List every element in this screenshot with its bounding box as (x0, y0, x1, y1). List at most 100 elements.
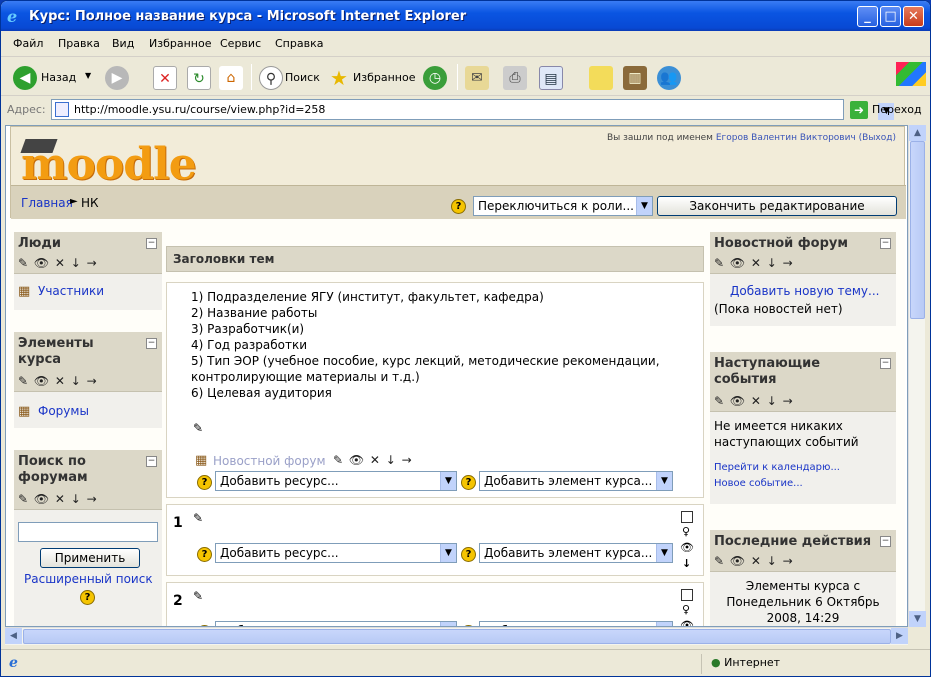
add-activity-select[interactable]: Добавить элемент курса... ▼ (479, 543, 673, 563)
topic-section-2: 2 ✎ ? Добавить ресурс... ▼ ? Добавить эл… (166, 582, 704, 626)
notes-icon[interactable] (589, 66, 613, 90)
activity-edit-icons[interactable]: ✎ 👁 ✕ ↓ → (333, 453, 413, 467)
add-activity-select[interactable]: Добавить элемент курса... ▼ (479, 471, 673, 491)
zone-label: Интернет (724, 656, 781, 669)
back-label[interactable]: Назад (41, 71, 76, 84)
help-icon[interactable]: ? (451, 199, 466, 214)
summary-line: 6) Целевая аудитория (191, 386, 332, 400)
block-edit-icons[interactable]: ✎ 👁 ✕ ↓ → (18, 374, 98, 388)
collapse-icon[interactable]: − (880, 358, 891, 369)
maximize-button[interactable]: □ (880, 6, 901, 27)
move-down-icon[interactable]: ↓ (682, 557, 691, 570)
logout-link[interactable]: (Выход) (859, 133, 896, 143)
role-switch-select[interactable]: Переключиться к роли... ▼ (473, 196, 653, 216)
help-icon[interactable]: ? (197, 547, 212, 562)
go-to-calendar-link[interactable]: Перейти к календарю... (714, 462, 840, 473)
advanced-search-link[interactable]: Расширенный поиск (24, 572, 153, 586)
back-icon[interactable]: ◀ (13, 66, 37, 90)
go-button[interactable]: Переход (872, 103, 922, 116)
collapse-icon[interactable]: − (146, 338, 157, 349)
highlight-icon[interactable]: ♀ (682, 525, 690, 538)
block-edit-icons[interactable]: ✎ 👁 ✕ ↓ → (714, 394, 794, 408)
menu-file[interactable]: Файл (13, 37, 43, 50)
vertical-scrollbar[interactable]: ▲ ▼ (908, 125, 926, 627)
help-icon[interactable]: ? (461, 475, 476, 490)
block-edit-icons[interactable]: ✎ 👁 ✕ ↓ → (18, 492, 98, 506)
vertical-scroll-thumb[interactable] (910, 141, 925, 319)
edit-summary-icon[interactable]: ✎ (193, 511, 203, 525)
news-forum-block: Новостной форум − ✎ 👁 ✕ ↓ → Добавить нов… (710, 232, 896, 326)
block-edit-icons[interactable]: ✎ 👁 ✕ ↓ → (714, 554, 794, 568)
add-topic-link[interactable]: Добавить новую тему... (730, 284, 879, 298)
block-edit-icons[interactable]: ✎ 👁 ✕ ↓ → (18, 256, 98, 270)
forward-icon[interactable]: ▶ (105, 66, 129, 90)
horizontal-scrollbar[interactable]: ◀ ▶ (5, 627, 908, 645)
edit-summary-icon[interactable]: ✎ (193, 589, 203, 603)
print-icon[interactable]: ⎙ (503, 66, 527, 90)
research-icon[interactable]: ▥ (623, 66, 647, 90)
favorites-label[interactable]: Избранное (353, 71, 415, 84)
menu-edit[interactable]: Правка (58, 37, 100, 50)
chevron-down-icon[interactable]: ▼ (656, 544, 672, 562)
collapse-icon[interactable]: − (146, 456, 157, 467)
add-resource-select[interactable]: Добавить ресурс... ▼ (215, 471, 457, 491)
add-resource-select[interactable]: Добавить ресурс... ▼ (215, 543, 457, 563)
search-label[interactable]: Поиск (285, 71, 320, 84)
add-activity-value: Добавить элемент курса... (484, 546, 653, 560)
address-url[interactable]: http://moodle.ysu.ru/course/view.php?id=… (74, 103, 325, 116)
minimize-button[interactable]: _ (857, 6, 878, 27)
edit-page-icon[interactable]: ▤ (539, 66, 563, 90)
new-event-link[interactable]: Новое событие... (714, 478, 803, 489)
help-icon[interactable]: ? (80, 590, 95, 605)
collapse-icon[interactable]: − (880, 536, 891, 547)
scroll-left-icon[interactable]: ◀ (5, 628, 22, 644)
scroll-down-icon[interactable]: ▼ (909, 611, 926, 627)
help-icon[interactable]: ? (461, 547, 476, 562)
hide-icon[interactable]: 👁 (680, 619, 694, 626)
chevron-down-icon[interactable]: ▼ (636, 197, 652, 215)
finish-editing-button[interactable]: Закончить редактирование (657, 196, 897, 216)
add-resource-value: Добавить ресурс... (220, 474, 339, 488)
horizontal-scroll-thumb[interactable] (23, 629, 891, 644)
menu-help[interactable]: Справка (275, 37, 323, 50)
user-name-link[interactable]: Егоров Валентин Викторович (716, 133, 856, 143)
mail-icon[interactable]: ✉ (465, 66, 489, 90)
highlight-icon[interactable]: ♀ (682, 603, 690, 616)
edit-summary-icon[interactable]: ✎ (193, 421, 203, 435)
participants-icon: ▦ (18, 284, 31, 299)
help-icon[interactable]: ? (197, 475, 212, 490)
messenger-icon[interactable]: 👥 (657, 66, 681, 90)
chevron-down-icon[interactable]: ▼ (440, 544, 456, 562)
history-icon[interactable]: ◷ (423, 66, 447, 90)
address-field[interactable]: http://moodle.ysu.ru/course/view.php?id=… (51, 99, 894, 120)
forums-link[interactable]: Форумы (38, 404, 89, 418)
show-only-icon[interactable] (681, 511, 693, 523)
show-only-icon[interactable] (681, 589, 693, 601)
refresh-icon[interactable]: ↻ (187, 66, 211, 90)
elements-title: Элементы курса (18, 336, 94, 367)
scroll-right-icon[interactable]: ▶ (891, 628, 908, 644)
forum-search-input[interactable] (18, 522, 158, 542)
participants-link[interactable]: Участники (38, 284, 104, 298)
menu-tools[interactable]: Сервис (220, 37, 261, 50)
news-forum-link[interactable]: Новостной форум (213, 454, 326, 468)
go-icon[interactable]: ➜ (850, 101, 868, 119)
chevron-down-icon[interactable]: ▼ (656, 472, 672, 490)
hide-icon[interactable]: 👁 (680, 541, 694, 554)
scroll-up-icon[interactable]: ▲ (909, 125, 926, 141)
menu-view[interactable]: Вид (112, 37, 134, 50)
collapse-icon[interactable]: − (880, 238, 891, 249)
search-icon[interactable]: ⚲ (259, 66, 283, 90)
block-edit-icons[interactable]: ✎ 👁 ✕ ↓ → (714, 256, 794, 270)
back-dropdown-icon[interactable]: ▼ (85, 71, 91, 80)
stop-icon[interactable]: ✕ (153, 66, 177, 90)
favorites-star-icon[interactable]: ★ (327, 66, 351, 90)
home-icon[interactable]: ⌂ (219, 66, 243, 90)
close-button[interactable]: ✕ (903, 6, 924, 27)
chevron-down-icon[interactable]: ▼ (440, 472, 456, 490)
collapse-icon[interactable]: − (146, 238, 157, 249)
menu-favorites[interactable]: Избранное (149, 37, 211, 50)
title-bar: e Курс: Полное название курса - Microsof… (1, 1, 930, 31)
apply-button[interactable]: Применить (40, 548, 140, 568)
breadcrumb-home[interactable]: Главная (21, 196, 73, 210)
